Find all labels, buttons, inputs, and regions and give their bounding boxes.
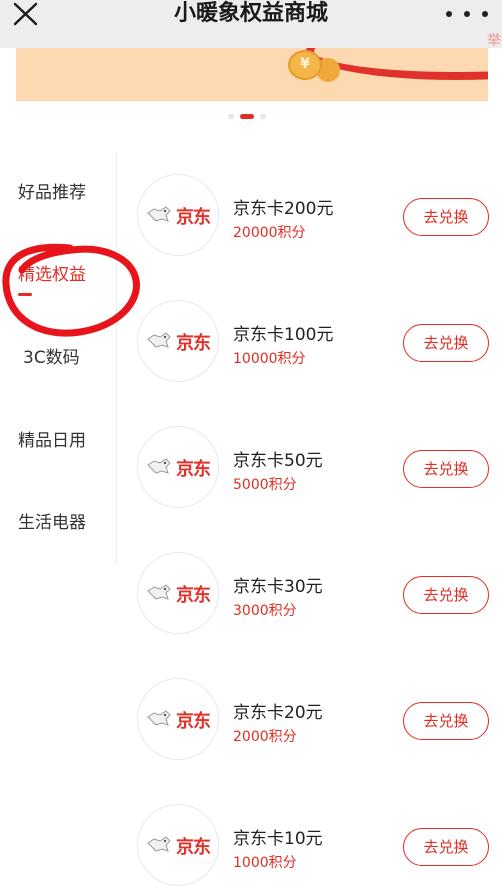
redeem-button[interactable]: 去兑换 bbox=[403, 702, 489, 740]
jd-logo-text: 京东 bbox=[176, 333, 211, 354]
carousel-dot-active[interactable] bbox=[240, 114, 254, 119]
jd-logo: 京东 bbox=[137, 300, 219, 382]
product-name: 京东卡100元 bbox=[233, 325, 334, 345]
carousel-dot[interactable] bbox=[260, 114, 266, 119]
jd-logo-text: 京东 bbox=[176, 585, 211, 606]
product-card[interactable]: 京东 京东卡20元 2000积分 去兑换 bbox=[137, 678, 489, 762]
product-points: 5000积分 bbox=[233, 477, 297, 493]
product-name: 京东卡50元 bbox=[233, 451, 323, 471]
jd-logo-text: 京东 bbox=[176, 207, 211, 228]
product-card[interactable]: 京东 京东卡30元 3000积分 去兑换 bbox=[137, 552, 489, 636]
sidebar-item-daily-goods[interactable]: 精品日用 bbox=[18, 426, 86, 451]
product-name: 京东卡30元 bbox=[233, 577, 323, 597]
product-card[interactable]: 京东 京东卡50元 5000积分 去兑换 bbox=[137, 426, 489, 510]
carousel-indicator bbox=[228, 114, 266, 119]
jd-dog-icon bbox=[147, 458, 171, 474]
product-points: 2000积分 bbox=[233, 729, 297, 745]
product-card[interactable]: 京东 京东卡100元 10000积分 去兑换 bbox=[137, 300, 489, 384]
jd-dog-icon bbox=[147, 206, 171, 222]
more-button[interactable] bbox=[446, 6, 488, 22]
top-bar: 小暖象权益商城 举报 bbox=[0, 0, 502, 50]
more-icon-dot bbox=[446, 11, 452, 17]
redeem-button[interactable]: 去兑换 bbox=[403, 324, 489, 362]
product-name: 京东卡200元 bbox=[233, 199, 334, 219]
product-name: 京东卡10元 bbox=[233, 829, 323, 849]
jd-logo: 京东 bbox=[137, 174, 219, 256]
redeem-button[interactable]: 去兑换 bbox=[403, 828, 489, 866]
jd-dog-icon bbox=[147, 710, 171, 726]
jd-logo-text: 京东 bbox=[176, 459, 211, 480]
product-card[interactable]: 京东 京东卡10元 1000积分 去兑换 bbox=[137, 804, 489, 886]
product-card[interactable]: 京东 京东卡200元 20000积分 去兑换 bbox=[137, 174, 489, 258]
product-name: 京东卡20元 bbox=[233, 703, 323, 723]
product-points: 1000积分 bbox=[233, 855, 297, 871]
sidebar-item-3c-digital[interactable]: 3C数码 bbox=[23, 343, 80, 368]
carousel-dot[interactable] bbox=[228, 114, 234, 119]
sidebar-item-appliances[interactable]: 生活电器 bbox=[18, 508, 86, 533]
jd-logo-text: 京东 bbox=[176, 711, 211, 732]
jd-logo-text: 京东 bbox=[176, 837, 211, 858]
coin-icon: ¥ bbox=[288, 50, 322, 80]
jd-logo: 京东 bbox=[137, 426, 219, 508]
more-icon-dot bbox=[464, 11, 470, 17]
redeem-button[interactable]: 去兑换 bbox=[403, 450, 489, 488]
category-sidebar: 好品推荐 精选权益 3C数码 精品日用 生活电器 bbox=[0, 152, 117, 564]
jd-logo: 京东 bbox=[137, 552, 219, 634]
redeem-button[interactable]: 去兑换 bbox=[403, 576, 489, 614]
product-points: 10000积分 bbox=[233, 351, 306, 367]
sidebar-item-selected-benefits[interactable]: 精选权益 bbox=[18, 260, 86, 285]
sidebar-item-recommended[interactable]: 好品推荐 bbox=[18, 178, 86, 203]
promo-banner[interactable]: ¥ bbox=[16, 48, 488, 101]
product-points: 20000积分 bbox=[233, 225, 306, 241]
report-link[interactable]: 举报 bbox=[487, 30, 502, 50]
jd-dog-icon bbox=[147, 332, 171, 348]
jd-logo: 京东 bbox=[137, 804, 219, 886]
page-title: 小暖象权益商城 bbox=[173, 1, 328, 26]
product-points: 3000积分 bbox=[233, 603, 297, 619]
active-tab-indicator bbox=[18, 293, 32, 296]
jd-logo: 京东 bbox=[137, 678, 219, 760]
redeem-button[interactable]: 去兑换 bbox=[403, 198, 489, 236]
jd-dog-icon bbox=[147, 584, 171, 600]
more-icon-dot bbox=[482, 11, 488, 17]
jd-dog-icon bbox=[147, 836, 171, 852]
